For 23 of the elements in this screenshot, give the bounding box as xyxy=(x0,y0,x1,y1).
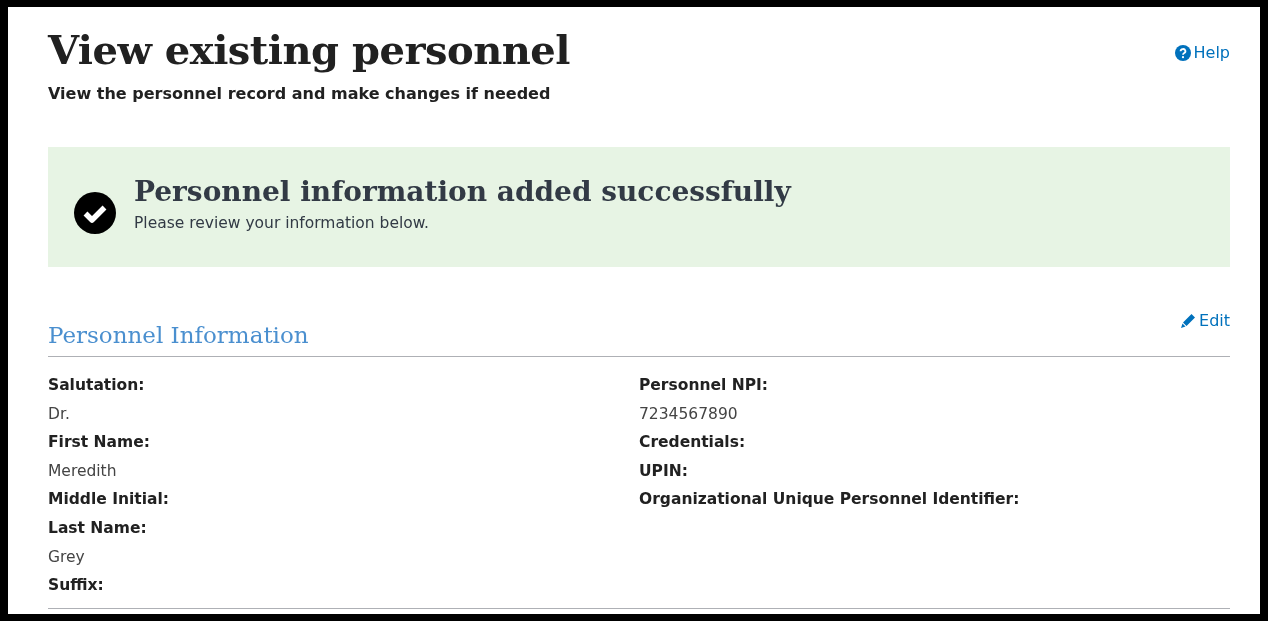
field-label: Salutation: xyxy=(48,375,146,396)
field-value: Dr. xyxy=(48,403,71,425)
field-label: UPIN: xyxy=(639,460,689,482)
check-circle-icon xyxy=(74,192,116,234)
field-label: Organizational Unique Personnel Identifier: xyxy=(639,489,1021,511)
field-label: Personnel NPI: xyxy=(639,375,769,396)
edit-link[interactable]: Edit xyxy=(1180,311,1230,330)
field-label: Credentials: xyxy=(639,432,747,454)
page-subtitle: View the personnel record and make changes if needed xyxy=(48,84,552,103)
field-value: Grey xyxy=(48,546,86,568)
field-label: Last Name: xyxy=(48,517,148,539)
field-value: 7234567890 xyxy=(639,403,739,425)
help-link[interactable]: Help xyxy=(1174,43,1230,62)
section-title: Personnel Information xyxy=(48,322,309,348)
pencil-icon xyxy=(1180,312,1196,329)
field-label: Middle Initial: xyxy=(48,489,170,511)
field-value: Meredith xyxy=(48,460,118,482)
alert-message: Please review your information below. xyxy=(134,213,430,232)
page-title: View existing personnel xyxy=(48,25,570,75)
field-label: Suffix: xyxy=(48,575,105,597)
field-label: First Name: xyxy=(48,432,151,454)
alert-title: Personnel information added successfully xyxy=(134,174,791,208)
help-icon xyxy=(1174,44,1191,61)
